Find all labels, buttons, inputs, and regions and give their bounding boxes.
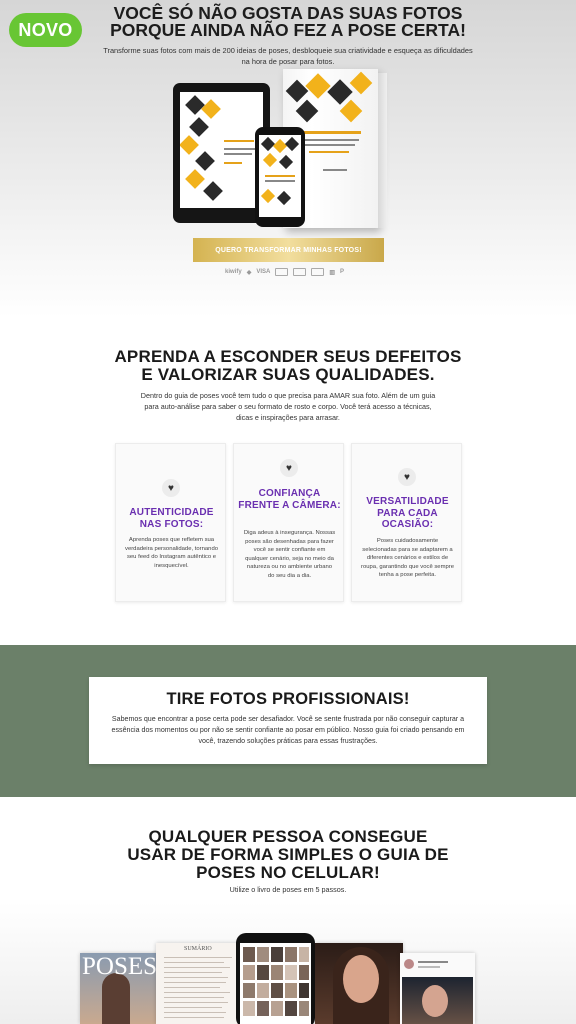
benefit-card-confidence: ♥ CONFIANÇA FRENTE A CÂMERA: Diga adeus … [233,443,344,602]
paypal-icon: P [340,269,345,275]
benefit-card-versatility: ♥ VERSATILIDADE PARA CADA OCASIÃO: Poses… [351,443,462,602]
instagram-post-mockup [400,953,475,1024]
hero-title: VOCÊ SÓ NÃO GOSTA DAS SUAS FOTOS PORQUE … [100,4,476,40]
benefit-card-text: Diga adeus à insegurança. Nossas poses s… [243,530,336,579]
summary-page: SUMÁRIO [156,943,240,1024]
phone-mockup [255,127,305,227]
section4-title: QUALQUER PESSOA CONSEGUE USAR DE FORMA S… [120,828,456,882]
mastercard-icon [275,268,289,276]
magazine-title: POSES [82,953,158,980]
hero-section: NOVO VOCÊ SÓ NÃO GOSTA DAS SUAS FOTOS PO… [0,0,576,318]
phone-screen [259,135,301,217]
benefit-card-text: Poses cuidadosamente selecionadas para s… [361,538,455,579]
section4-title-line-2: USAR DE FORMA SIMPLES O GUIA DE [127,845,449,864]
tablet-screen [180,92,263,208]
pix-icon: ◆ [246,269,252,276]
section2-text: Dentro do guia de poses você tem tudo o … [140,391,436,422]
benefit-card-title: AUTENTICIDADE NAS FOTOS: [129,507,214,530]
heart-icon: ♥ [398,468,416,486]
box-title: TIRE FOTOS PROFISSIONAIS! [166,690,410,708]
hero-title-line-2: PORQUE AINDA NÃO FEZ A POSE CERTA! [110,20,466,40]
portrait-photo [315,943,403,1024]
heart-icon: ♥ [162,479,180,497]
box-text: Sabemos que encontrar a pose certa pode … [111,715,465,745]
avatar [404,959,414,969]
elo-card-icon [293,268,307,276]
book-spine [378,73,387,228]
visa-logo: VISA [256,269,271,275]
section4-title-line-3: POSES NO CELULAR! [196,863,380,882]
magazine-cover-poses: POSES [80,953,158,1024]
boleto-icon: ▥ [329,269,335,276]
smartphone-mockup [236,933,315,1024]
hero-subtitle: Transforme suas fotos com mais de 200 id… [103,46,473,66]
benefit-card-text: Aprenda poses que refletem sua verdadeir… [125,537,219,569]
benefit-card-authenticity: ♥ AUTENTICIDADE NAS FOTOS: Aprenda poses… [115,443,226,602]
smartphone-screen [240,943,311,1024]
new-badge: NOVO [9,13,82,47]
payment-methods: kiwify ◆ VISA ▥ P [225,268,344,276]
summary-title: SUMÁRIO [184,946,212,952]
section4-title-line-1: QUALQUER PESSOA CONSEGUE [148,827,428,846]
heart-icon: ♥ [280,459,298,477]
cta-button[interactable]: QUERO TRANSFORMAR MINHAS FOTOS! [193,238,384,262]
section2-title-line-2: E VALORIZAR SUAS QUALIDADES. [141,365,435,384]
professional-photos-box: TIRE FOTOS PROFISSIONAIS! Sabemos que en… [89,677,487,764]
benefit-card-title: VERSATILIDADE PARA CADA OCASIÃO: [366,496,449,530]
amex-card-icon [311,268,325,276]
section2-title-line-1: APRENDA A ESCONDER SEUS DEFEITOS [114,347,462,366]
benefit-card-title: CONFIANÇA FRENTE A CÂMERA: [238,488,341,511]
section2-title: APRENDA A ESCONDER SEUS DEFEITOS E VALOR… [110,348,466,384]
section4-subtitle: Utilize o livro de poses em 5 passos. [229,885,347,894]
kiwify-logo: kiwify [225,269,242,275]
